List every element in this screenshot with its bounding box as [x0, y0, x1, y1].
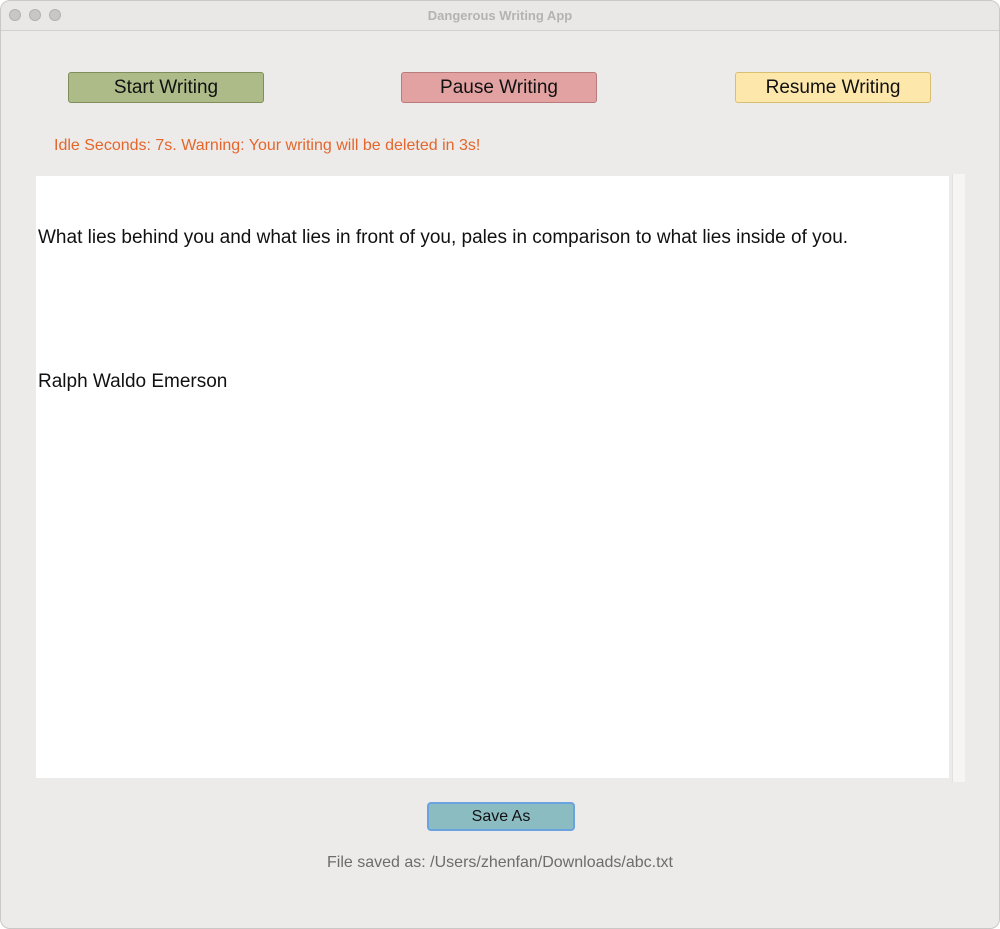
text-line: Ralph Waldo Emerson	[38, 371, 228, 392]
app-window: Dangerous Writing App Start Writing Paus…	[0, 0, 1000, 929]
text-line: What lies behind you and what lies in fr…	[38, 227, 849, 248]
text-line	[38, 298, 947, 322]
writing-text-area[interactable]: What lies behind you and what lies in fr…	[36, 176, 949, 778]
editor-scrollbar[interactable]	[952, 174, 965, 782]
pause-writing-button[interactable]: Pause Writing	[401, 72, 597, 103]
resume-writing-button[interactable]: Resume Writing	[735, 72, 931, 103]
title-bar[interactable]: Dangerous Writing App	[1, 1, 999, 31]
save-as-button[interactable]: Save As	[427, 802, 575, 831]
window-title: Dangerous Writing App	[427, 8, 573, 23]
idle-warning-label: Idle Seconds: 7s. Warning: Your writing …	[54, 137, 481, 154]
start-writing-button[interactable]: Start Writing	[68, 72, 264, 103]
file-saved-message: File saved as: /Users/zhenfan/Downloads/…	[327, 854, 673, 871]
